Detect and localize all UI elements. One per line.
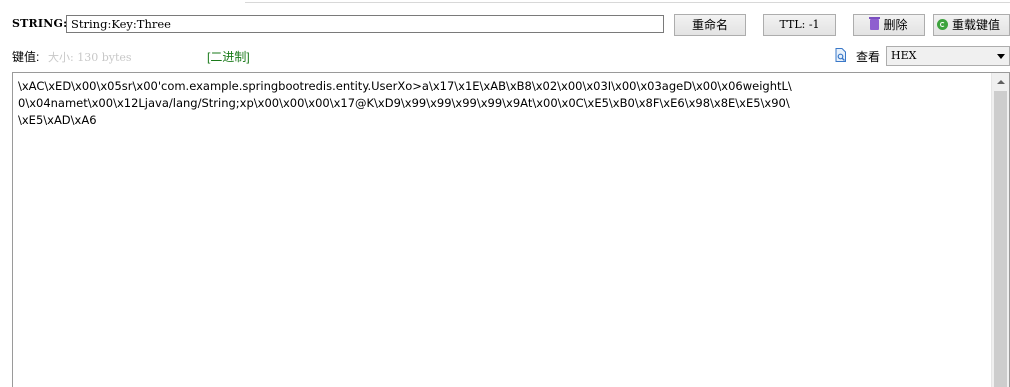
- reload-icon: [937, 19, 948, 31]
- value-line: \xAC\xED\x00\x05sr\x00'com.example.sprin…: [18, 79, 792, 93]
- file-view-icon: [835, 48, 846, 62]
- trash-icon: [869, 17, 881, 31]
- format-selected-value: HEX: [891, 49, 917, 62]
- value-line: \xE5\xAD\xA6: [18, 113, 97, 127]
- binary-indicator: [二进制]: [207, 50, 250, 64]
- reload-button[interactable]: 重载键值: [933, 14, 1010, 36]
- vertical-scrollbar[interactable]: [991, 73, 1009, 387]
- value-size-label: 大小: 130 bytes: [48, 51, 132, 64]
- delete-label: 删除: [883, 18, 908, 32]
- reload-label: 重载键值: [952, 18, 1001, 32]
- key-name-input[interactable]: String:Key:Three: [66, 15, 664, 33]
- view-format-label: 查看: [856, 50, 881, 64]
- rename-button[interactable]: 重命名: [674, 14, 746, 36]
- top-tab-edge: [0, 0, 1010, 3]
- value-label: 键值:: [12, 50, 40, 64]
- value-line: 0\x04namet\x00\x12Ljava/lang/String;xp\x…: [18, 96, 790, 110]
- chevron-down-icon: [997, 54, 1005, 59]
- scroll-thumb[interactable]: [994, 91, 1007, 387]
- delete-button[interactable]: 删除: [853, 14, 925, 36]
- ttl-button[interactable]: TTL: -1: [763, 14, 836, 36]
- scroll-up-arrow-icon[interactable]: [992, 73, 1009, 90]
- format-select[interactable]: HEX: [886, 46, 1010, 66]
- value-text[interactable]: \xAC\xED\x00\x05sr\x00'com.example.sprin…: [18, 78, 990, 129]
- value-editor[interactable]: \xAC\xED\x00\x05sr\x00'com.example.sprin…: [12, 72, 1010, 387]
- key-type-label: STRING:: [12, 17, 68, 30]
